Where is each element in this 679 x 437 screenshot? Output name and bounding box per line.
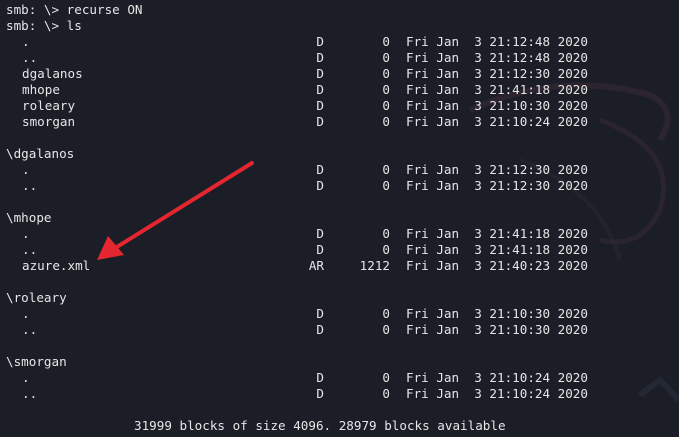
terminal-window[interactable]: smb: \> recurse ON smb: \> ls. D 0 Fri Jan 3…: [0, 0, 679, 437]
red-arrow-icon: [97, 161, 254, 260]
